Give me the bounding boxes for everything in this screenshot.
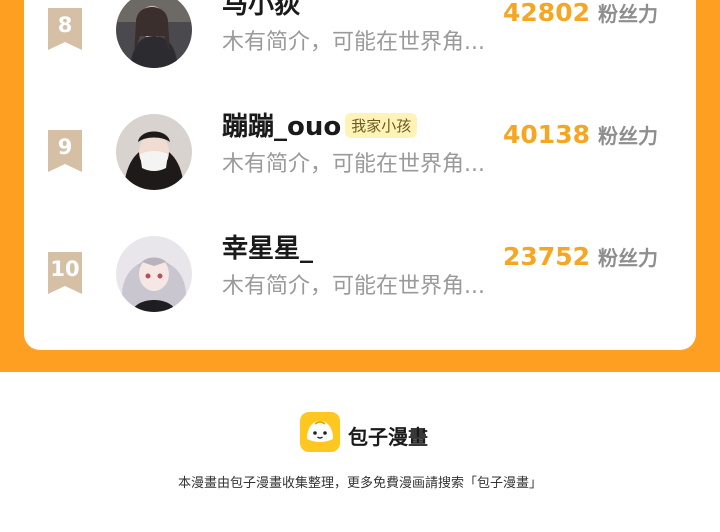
rank-ribbon-icon: 9 — [48, 130, 82, 172]
avatar[interactable] — [116, 236, 192, 312]
footer-brand-name: 包子漫畫 — [348, 425, 428, 449]
fans-label: 粉丝力 — [598, 246, 658, 270]
fans-count: 42802 — [503, 0, 590, 27]
avatar[interactable] — [116, 0, 192, 68]
user-bio: 木有简介，可能在世界角... — [222, 152, 485, 177]
user-name-text: 蹦蹦_ouo — [222, 112, 342, 142]
fans-label: 粉丝力 — [598, 2, 658, 26]
fans-stat: 40138 粉丝力 — [503, 120, 658, 149]
rank-number: 9 — [57, 135, 73, 159]
fans-stat: 42802 粉丝力 — [503, 0, 658, 27]
rank-number: 10 — [50, 257, 80, 281]
avatar[interactable] — [116, 114, 192, 190]
footer-note: 本漫畫由包子漫畫收集整理，更多免費漫画請搜索「包子漫畫」 — [177, 476, 542, 491]
user-name[interactable]: 马小荻 — [222, 0, 300, 21]
user-name[interactable]: 幸星星_ — [222, 228, 313, 265]
user-name-text: 马小荻 — [222, 0, 301, 20]
fans-count: 23752 — [503, 242, 590, 271]
fans-count: 40138 — [503, 120, 590, 149]
ranking-card: 8 马小荻 木有简介，可能在世界角... 42802 粉丝力 9 蹦蹦_ouo … — [24, 0, 696, 350]
ranking-row[interactable]: 9 蹦蹦_ouo 我家小孩 木有简介，可能在世界角... 40138 粉丝力 — [24, 102, 696, 202]
ranking-row[interactable]: 10 幸星星_ 木有简介，可能在世界角... 23752 粉丝力 — [24, 224, 696, 324]
rank-ribbon-icon: 10 — [48, 252, 82, 294]
user-tag-badge: 我家小孩 — [345, 113, 418, 138]
rank-ribbon-icon: 8 — [48, 8, 82, 50]
rank-number: 8 — [57, 13, 73, 37]
fans-stat: 23752 粉丝力 — [503, 242, 658, 271]
bun-face-icon — [300, 412, 340, 452]
user-bio: 木有简介，可能在世界角... — [222, 274, 485, 299]
ranking-row[interactable]: 8 马小荻 木有简介，可能在世界角... 42802 粉丝力 — [24, 0, 696, 80]
fans-label: 粉丝力 — [598, 124, 658, 148]
user-name-text: 幸星星_ — [222, 234, 314, 264]
user-bio: 木有简介，可能在世界角... — [222, 30, 485, 55]
user-name[interactable]: 蹦蹦_ouo 我家小孩 — [222, 106, 418, 143]
